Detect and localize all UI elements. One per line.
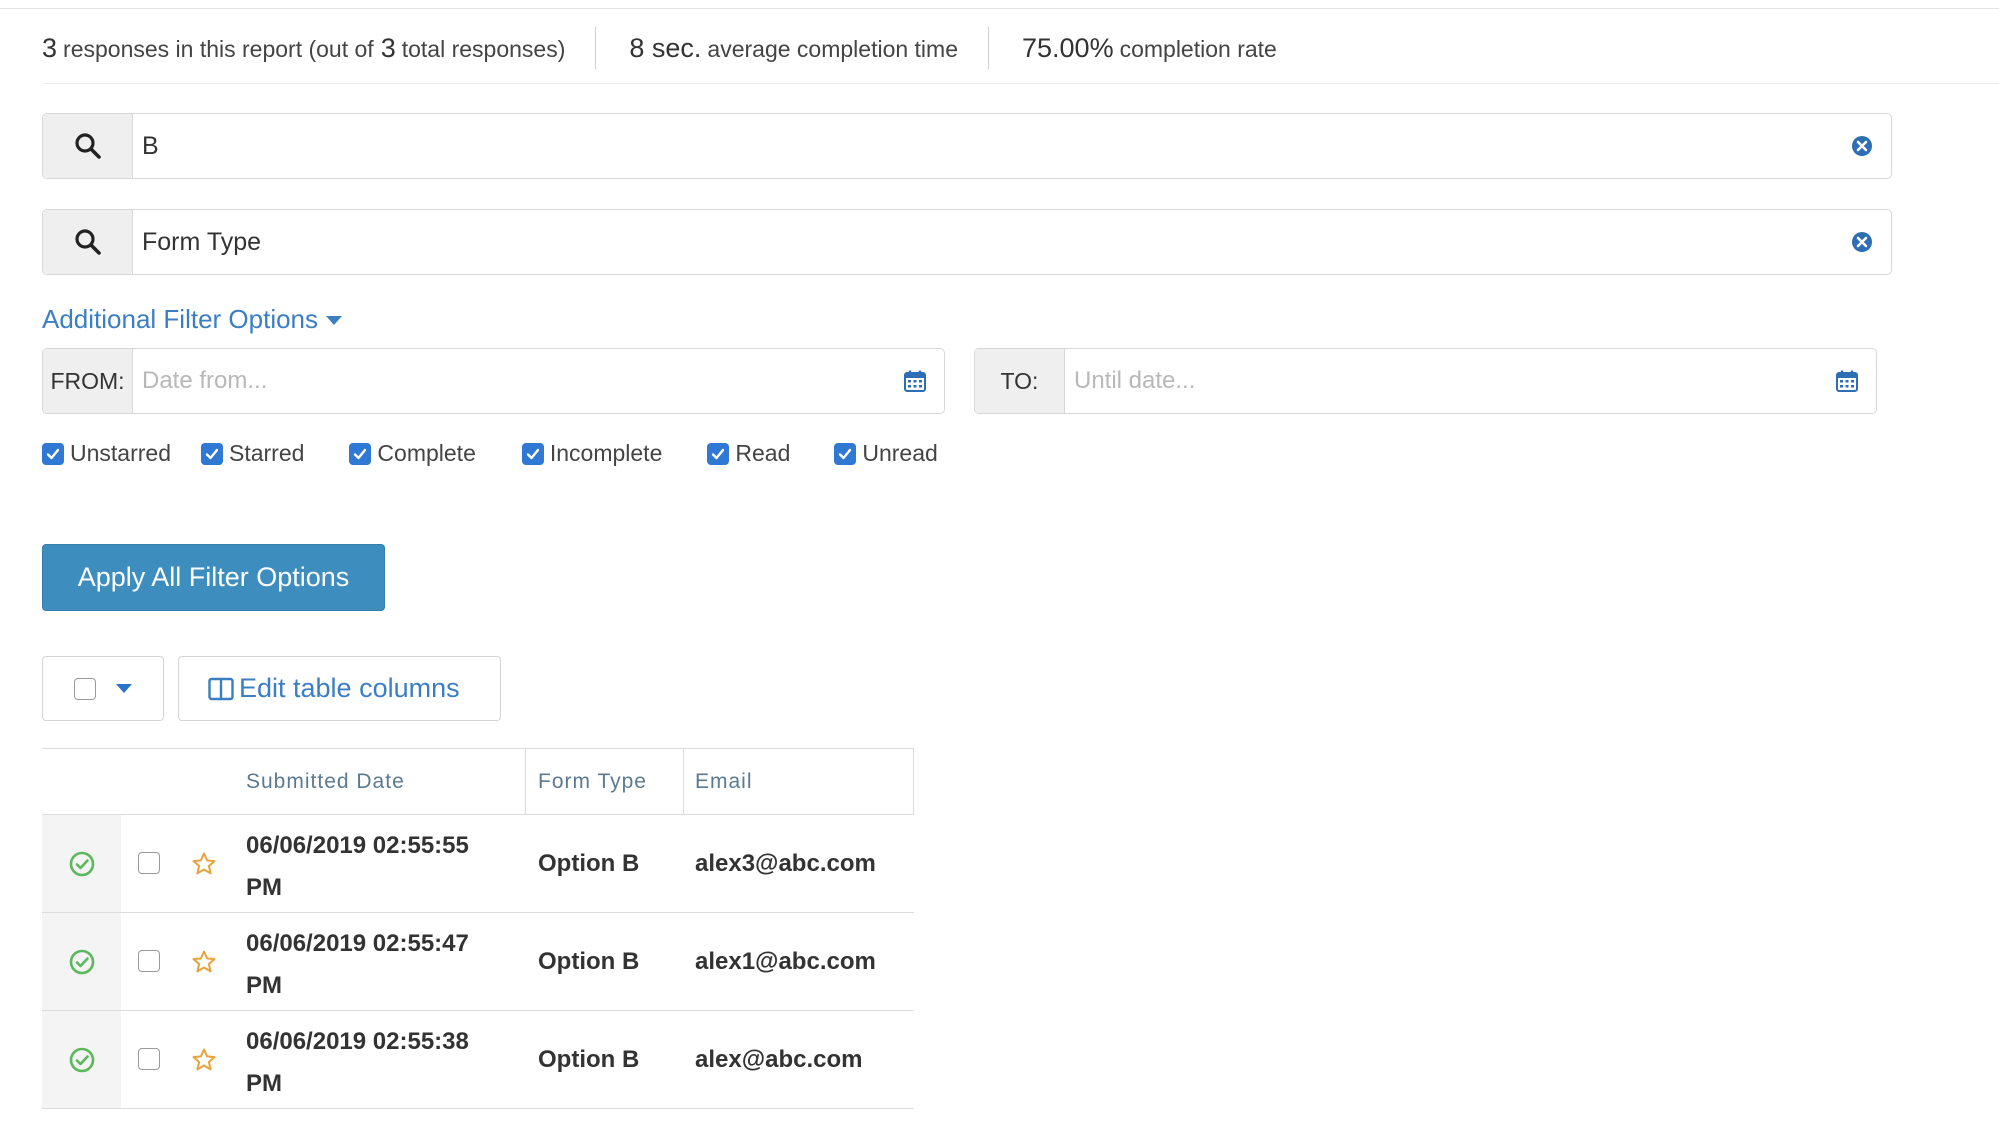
avg-time-label: average completion time — [707, 35, 958, 62]
edit-columns-label: Edit table columns — [239, 673, 460, 703]
table-row[interactable]: 06/06/2019 02:55:38 PM Option B alex@abc… — [42, 1011, 914, 1109]
total-label: total responses) — [401, 35, 566, 62]
column-divider — [525, 749, 526, 815]
columns-icon — [208, 677, 234, 700]
checkbox-checked-icon[interactable] — [521, 442, 544, 465]
search-icon — [43, 210, 133, 274]
checkbox-checked-icon[interactable] — [834, 442, 857, 465]
checkbox-label: Starred — [228, 440, 305, 466]
complete-check-icon — [42, 1011, 121, 1108]
additional-filter-toggle[interactable]: Additional Filter Options — [42, 304, 343, 335]
complete-check-icon — [42, 913, 121, 1010]
star-outline-icon[interactable] — [191, 1047, 217, 1080]
form-type-cell: Option B — [538, 947, 640, 975]
checkbox-label: Unread — [862, 440, 938, 466]
checkbox-checked-icon[interactable] — [42, 442, 64, 465]
checkbox-checked-icon[interactable] — [349, 442, 372, 465]
avg-time-value: 8 sec. — [629, 32, 702, 63]
stats-divider — [42, 83, 1999, 84]
avg-time-stat: 8 sec. average completion time — [629, 33, 958, 64]
search-column-input[interactable]: Form Type — [133, 210, 1833, 274]
email-cell: alex@abc.com — [695, 1045, 863, 1073]
completion-rate-label: completion rate — [1119, 35, 1277, 62]
checkbox-label: Incomplete — [549, 440, 663, 466]
date-to-input[interactable]: Until date... — [1065, 349, 1818, 413]
checkbox-checked-icon[interactable] — [200, 442, 223, 465]
search-column-field: Form Type — [42, 209, 1892, 275]
completion-rate-value: 75.00% — [1022, 32, 1114, 63]
responses-table: Submitted Date Form Type Email 06/06/201… — [42, 748, 914, 1109]
submitted-date-line: 06/06/2019 02:55:38 — [246, 1028, 469, 1055]
stat-divider — [595, 27, 597, 69]
clear-circle-icon[interactable] — [1833, 210, 1891, 274]
submitted-date-line: 06/06/2019 02:55:55 — [246, 832, 469, 859]
checkbox-starred[interactable]: Starred — [200, 440, 305, 467]
submitted-date-line: 06/06/2019 02:55:47 — [246, 930, 469, 957]
total-count: 3 — [380, 32, 396, 63]
submitted-date-cell: 06/06/2019 02:55:38 PM — [246, 1021, 476, 1105]
submitted-date-cell: 06/06/2019 02:55:47 PM — [246, 923, 476, 1007]
date-from-label: FROM: — [43, 349, 133, 413]
checkbox-checked-icon[interactable] — [707, 442, 730, 465]
bulk-select-dropdown[interactable] — [42, 656, 164, 721]
star-outline-icon[interactable] — [191, 949, 217, 982]
submitted-time-suffix: PM — [246, 1070, 282, 1097]
top-divider — [0, 8, 1999, 9]
table-row[interactable]: 06/06/2019 02:55:47 PM Option B alex1@ab… — [42, 913, 914, 1011]
submitted-time-suffix: PM — [246, 972, 282, 999]
date-to-label: TO: — [975, 349, 1065, 413]
email-cell: alex3@abc.com — [695, 849, 876, 877]
column-divider — [913, 749, 914, 815]
form-type-cell: Option B — [538, 1045, 640, 1073]
date-to-group: TO: Until date... — [974, 348, 1877, 414]
submitted-date-cell: 06/06/2019 02:55:55 PM — [246, 825, 476, 909]
row-select-checkbox[interactable] — [138, 950, 160, 972]
column-header-form-type[interactable]: Form Type — [538, 749, 647, 815]
select-all-checkbox[interactable] — [74, 677, 96, 700]
row-select-checkbox[interactable] — [138, 852, 160, 874]
completion-rate-stat: 75.00% completion rate — [1022, 33, 1277, 64]
search-keyword-field: B — [42, 113, 1892, 179]
star-outline-icon[interactable] — [191, 851, 217, 884]
responses-stat: 3 responses in this report (out of 3 tot… — [42, 33, 565, 64]
edit-columns-button[interactable]: Edit table columns — [178, 656, 501, 721]
complete-check-icon — [42, 815, 121, 912]
email-cell: alex1@abc.com — [695, 947, 876, 975]
checkbox-label: Complete — [377, 440, 476, 466]
column-header-email[interactable]: Email — [695, 749, 753, 815]
checkbox-read[interactable]: Read — [707, 440, 790, 467]
clear-circle-icon[interactable] — [1833, 114, 1891, 178]
caret-down-icon — [116, 684, 132, 693]
caret-down-icon — [326, 316, 343, 325]
table-header: Submitted Date Form Type Email — [42, 748, 914, 815]
checkbox-label: Unstarred — [70, 440, 171, 466]
form-type-cell: Option B — [538, 849, 640, 877]
apply-filters-button[interactable]: Apply All Filter Options — [42, 544, 385, 611]
calendar-icon[interactable] — [1818, 349, 1876, 413]
table-row[interactable]: 06/06/2019 02:55:55 PM Option B alex3@ab… — [42, 815, 914, 913]
calendar-icon[interactable] — [886, 349, 944, 413]
responses-count: 3 — [42, 32, 58, 63]
additional-filter-label: Additional Filter Options — [42, 304, 319, 334]
submitted-time-suffix: PM — [246, 874, 282, 901]
column-divider — [683, 749, 684, 815]
search-icon — [43, 114, 133, 178]
search-keyword-input[interactable]: B — [133, 114, 1833, 178]
responses-label: responses in this report (out of — [63, 35, 374, 62]
checkbox-unread[interactable]: Unread — [834, 440, 938, 467]
row-select-checkbox[interactable] — [138, 1048, 160, 1070]
date-from-input[interactable]: Date from... — [133, 349, 886, 413]
column-header-submitted-date[interactable]: Submitted Date — [246, 749, 405, 815]
stat-divider — [988, 27, 989, 69]
date-from-group: FROM: Date from... — [42, 348, 945, 414]
checkbox-unstarred[interactable]: Unstarred — [42, 440, 171, 467]
checkbox-label: Read — [735, 440, 791, 466]
status-filter-checkboxes: Unstarred Starred Complete Incomplete Re… — [42, 440, 938, 467]
checkbox-complete[interactable]: Complete — [349, 440, 476, 467]
checkbox-incomplete[interactable]: Incomplete — [521, 440, 663, 467]
report-stats: 3 responses in this report (out of 3 tot… — [42, 22, 1277, 74]
